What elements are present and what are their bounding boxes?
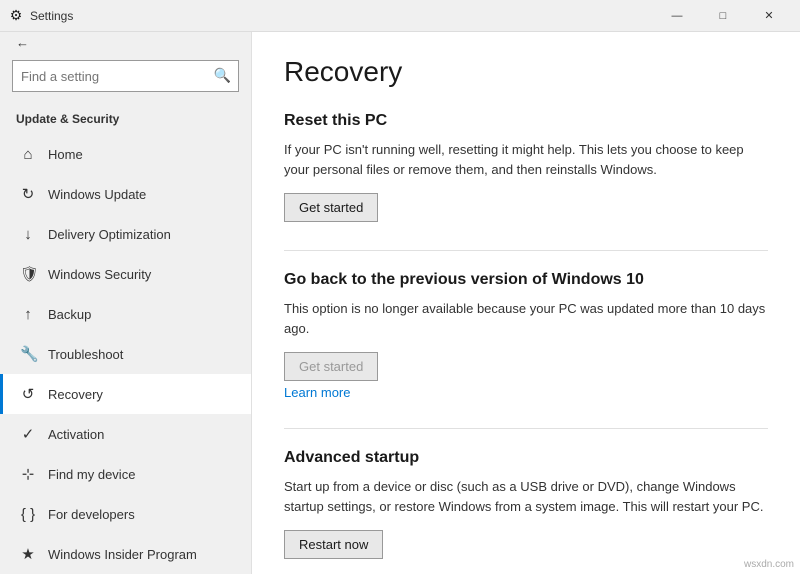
restart-now-button[interactable]: Restart now — [284, 530, 383, 559]
titlebar-title: Settings — [30, 9, 654, 23]
divider-2 — [284, 428, 768, 429]
search-input[interactable] — [12, 60, 239, 92]
close-button[interactable]: ✕ — [746, 0, 792, 32]
sidebar-item-label: Find my device — [48, 467, 135, 482]
sidebar-section-header: Update & Security — [0, 100, 251, 134]
window-controls: — □ ✕ — [654, 0, 792, 32]
sidebar: ← 🔍 Update & Security ⌂ Home ↻ Windows U… — [0, 32, 252, 574]
sidebar-item-find-my-device[interactable]: ⊹ Find my device — [0, 454, 251, 494]
sidebar-item-activation[interactable]: ✓ Activation — [0, 414, 251, 454]
maximize-button[interactable]: □ — [700, 0, 746, 32]
learn-more-link[interactable]: Learn more — [284, 385, 350, 400]
sidebar-item-label: For developers — [48, 507, 135, 522]
delivery-optimization-icon: ↓ — [20, 226, 36, 243]
app-icon: ⚙ — [8, 8, 24, 24]
for-developers-icon: { } — [20, 506, 36, 523]
minimize-button[interactable]: — — [654, 0, 700, 32]
go-back-title: Go back to the previous version of Windo… — [284, 271, 768, 289]
sidebar-items-container: ⌂ Home ↻ Windows Update ↓ Delivery Optim… — [0, 134, 251, 574]
sidebar-item-windows-insider[interactable]: ★ Windows Insider Program — [0, 534, 251, 574]
reset-pc-title: Reset this PC — [284, 112, 768, 130]
sidebar-item-delivery-optimization[interactable]: ↓ Delivery Optimization — [0, 214, 251, 254]
windows-insider-icon: ★ — [20, 545, 36, 563]
sidebar-item-label: Activation — [48, 427, 104, 442]
sidebar-item-backup[interactable]: ↑ Backup — [0, 294, 251, 334]
windows-security-icon: 🛡 — [20, 265, 36, 283]
advanced-startup-desc: Start up from a device or disc (such as … — [284, 477, 768, 516]
windows-update-icon: ↻ — [20, 185, 36, 203]
sidebar-item-for-developers[interactable]: { } For developers — [0, 494, 251, 534]
section-advanced-startup: Advanced startup Start up from a device … — [284, 449, 768, 559]
sidebar-item-windows-security[interactable]: 🛡 Windows Security — [0, 254, 251, 294]
reset-pc-button[interactable]: Get started — [284, 193, 378, 222]
titlebar: ⚙ Settings — □ ✕ — [0, 0, 800, 32]
troubleshoot-icon: 🔧 — [20, 345, 36, 363]
advanced-startup-title: Advanced startup — [284, 449, 768, 467]
section-go-back: Go back to the previous version of Windo… — [284, 271, 768, 400]
main-content: Recovery Reset this PC If your PC isn't … — [252, 32, 800, 574]
sidebar-item-label: Recovery — [48, 387, 103, 402]
sidebar-item-troubleshoot[interactable]: 🔧 Troubleshoot — [0, 334, 251, 374]
sidebar-item-label: Delivery Optimization — [48, 227, 171, 242]
sidebar-item-windows-update[interactable]: ↻ Windows Update — [0, 174, 251, 214]
section-reset-pc: Reset this PC If your PC isn't running w… — [284, 112, 768, 222]
home-icon: ⌂ — [20, 146, 36, 163]
sidebar-item-label: Troubleshoot — [48, 347, 123, 362]
go-back-button[interactable]: Get started — [284, 352, 378, 381]
sidebar-item-label: Home — [48, 147, 83, 162]
search-icon: 🔍 — [214, 67, 231, 84]
recovery-icon: ↺ — [20, 385, 36, 403]
sidebar-item-label: Windows Security — [48, 267, 151, 282]
back-icon: ← — [16, 35, 29, 50]
search-container: 🔍 — [12, 60, 239, 92]
divider-1 — [284, 250, 768, 251]
go-back-desc: This option is no longer available becau… — [284, 299, 768, 338]
back-button[interactable]: ← — [0, 32, 251, 52]
backup-icon: ↑ — [20, 306, 36, 323]
sidebar-item-label: Windows Insider Program — [48, 547, 197, 562]
sidebar-item-home[interactable]: ⌂ Home — [0, 134, 251, 174]
find-my-device-icon: ⊹ — [20, 465, 36, 483]
reset-pc-desc: If your PC isn't running well, resetting… — [284, 140, 768, 179]
sidebar-item-label: Backup — [48, 307, 91, 322]
activation-icon: ✓ — [20, 425, 36, 443]
sidebar-item-recovery[interactable]: ↺ Recovery — [0, 374, 251, 414]
page-title: Recovery — [284, 56, 768, 88]
sidebar-item-label: Windows Update — [48, 187, 146, 202]
app-body: ← 🔍 Update & Security ⌂ Home ↻ Windows U… — [0, 32, 800, 574]
